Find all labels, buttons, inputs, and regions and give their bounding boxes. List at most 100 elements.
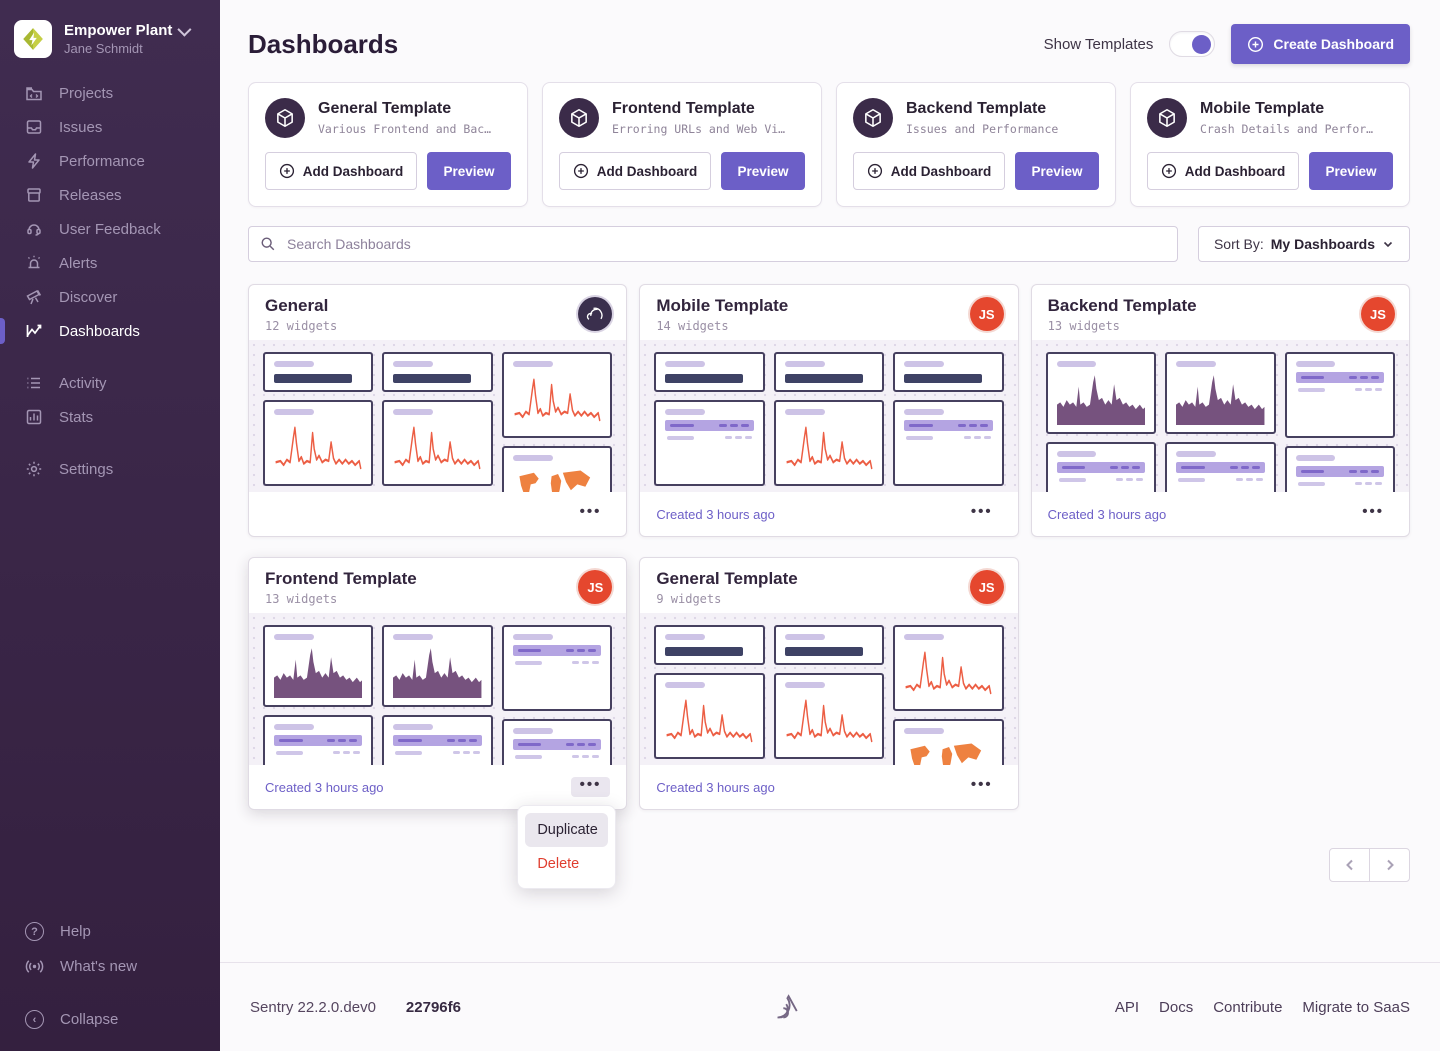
dashboard-card-general-template[interactable]: General Template 9 widgets JS Created 3 … <box>639 557 1018 810</box>
mini-widget-bignum <box>893 352 1003 392</box>
sidebar-item-discover[interactable]: Discover <box>0 280 220 314</box>
chevron-down-icon <box>1382 238 1394 250</box>
preview-button[interactable]: Preview <box>427 152 511 190</box>
dashboard-title[interactable]: General <box>265 296 610 316</box>
preview-column <box>263 352 373 480</box>
pagination-next-button[interactable] <box>1369 848 1410 882</box>
dashboard-preview[interactable] <box>640 613 1017 765</box>
mini-widget-bignum <box>382 352 492 392</box>
nav-divider <box>0 434 220 452</box>
plus-circle-icon <box>1161 163 1177 179</box>
plus-circle-icon <box>279 163 295 179</box>
mini-widget-line <box>654 673 764 759</box>
chevron-left-icon <box>1343 858 1357 872</box>
dashboard-card-mobile-template[interactable]: Mobile Template 14 widgets JS Created 3 … <box>639 284 1018 537</box>
dashboard-widget-count: 14 widgets <box>656 319 1001 333</box>
sidebar-item-help[interactable]: ? Help <box>0 914 220 949</box>
card-menu-button[interactable]: ••• <box>962 777 1002 797</box>
user-feedback-icon <box>25 220 43 238</box>
template-row: General Template Various Frontend and Ba… <box>248 82 1410 207</box>
nav-divider <box>0 984 220 1002</box>
dashboard-title[interactable]: Mobile Template <box>656 296 1001 316</box>
mini-widget-table <box>1165 442 1275 492</box>
add-dashboard-button[interactable]: Add Dashboard <box>1147 152 1299 190</box>
show-templates-label: Show Templates <box>1044 36 1154 53</box>
sort-dropdown[interactable]: Sort By: My Dashboards <box>1198 226 1410 262</box>
mini-widget-table <box>263 715 373 765</box>
preview-button[interactable]: Preview <box>721 152 805 190</box>
org-user-name: Jane Schmidt <box>64 41 188 56</box>
mini-widget-map <box>502 446 612 492</box>
dashboard-preview[interactable] <box>1032 340 1409 492</box>
add-dashboard-button[interactable]: Add Dashboard <box>853 152 1005 190</box>
preview-column <box>893 625 1003 753</box>
add-dashboard-label: Add Dashboard <box>891 164 992 179</box>
dashboard-title[interactable]: Frontend Template <box>265 569 610 589</box>
mini-widget-area <box>382 625 492 707</box>
mini-widget-bignum <box>263 352 373 392</box>
add-dashboard-button[interactable]: Add Dashboard <box>559 152 711 190</box>
filter-row: Sort By: My Dashboards <box>248 226 1410 262</box>
sidebar-item-issues[interactable]: Issues <box>0 110 220 144</box>
created-label: Created 3 hours ago <box>656 780 775 795</box>
preview-button[interactable]: Preview <box>1015 152 1099 190</box>
footer-link-migrate[interactable]: Migrate to SaaS <box>1302 999 1410 1016</box>
user-avatar: JS <box>1361 297 1395 331</box>
preview-column <box>1046 352 1156 480</box>
mini-widget-line <box>774 673 884 759</box>
show-templates-toggle[interactable] <box>1169 31 1215 57</box>
sidebar-collapse-button[interactable]: ‹ Collapse <box>0 1002 220 1037</box>
sidebar-item-releases[interactable]: Releases <box>0 178 220 212</box>
dashboard-widget-count: 13 widgets <box>1048 319 1393 333</box>
card-menu-button[interactable]: ••• <box>571 504 611 524</box>
template-card-frontend: Frontend Template Erroring URLs and Web … <box>542 82 822 207</box>
pagination-prev-button[interactable] <box>1329 848 1370 882</box>
sidebar-item-label: Stats <box>59 409 93 426</box>
footer-link-docs[interactable]: Docs <box>1159 999 1193 1016</box>
sidebar-item-whats-new[interactable]: What's new <box>0 949 220 984</box>
alerts-icon <box>25 254 43 272</box>
card-menu-button[interactable]: ••• <box>962 504 1002 524</box>
menu-item-duplicate[interactable]: Duplicate <box>525 813 608 847</box>
dashboard-title[interactable]: General Template <box>656 569 1001 589</box>
dashboard-preview[interactable] <box>249 613 626 765</box>
dashboard-preview[interactable] <box>249 340 626 492</box>
create-dashboard-label: Create Dashboard <box>1273 36 1394 52</box>
sidebar-item-label: Activity <box>59 375 107 392</box>
org-switcher[interactable]: Empower Plant Jane Schmidt <box>0 14 220 76</box>
cube-icon <box>853 98 893 138</box>
menu-item-delete[interactable]: Delete <box>525 847 608 881</box>
template-title: Backend Template <box>906 100 1058 118</box>
dashboard-title[interactable]: Backend Template <box>1048 296 1393 316</box>
sidebar-item-activity[interactable]: Activity <box>0 366 220 400</box>
sidebar-item-settings[interactable]: Settings <box>0 452 220 486</box>
sort-label: Sort By: <box>1214 236 1264 252</box>
sidebar-item-projects[interactable]: Projects <box>0 76 220 110</box>
card-context-menu: Duplicate Delete <box>517 805 616 889</box>
template-card-mobile: Mobile Template Crash Details and Perfor… <box>1130 82 1410 207</box>
add-dashboard-button[interactable]: Add Dashboard <box>265 152 417 190</box>
preview-column <box>654 352 764 480</box>
preview-column <box>382 352 492 480</box>
footer-link-api[interactable]: API <box>1115 999 1139 1016</box>
preview-button[interactable]: Preview <box>1309 152 1393 190</box>
sidebar-item-user-feedback[interactable]: User Feedback <box>0 212 220 246</box>
card-menu-button[interactable]: ••• <box>1353 504 1393 524</box>
sentry-logo-icon <box>586 305 604 323</box>
sidebar-item-stats[interactable]: Stats <box>0 400 220 434</box>
search-input[interactable] <box>248 226 1178 262</box>
sidebar-item-dashboards[interactable]: Dashboards <box>0 314 220 348</box>
card-menu-button[interactable]: ••• <box>571 777 611 797</box>
empower-plant-logo-icon <box>20 26 46 52</box>
dashboard-preview[interactable] <box>640 340 1017 492</box>
sidebar-item-performance[interactable]: Performance <box>0 144 220 178</box>
collapse-icon: ‹ <box>25 1010 44 1029</box>
create-dashboard-button[interactable]: Create Dashboard <box>1231 24 1410 64</box>
footer-link-contribute[interactable]: Contribute <box>1213 999 1282 1016</box>
dashboard-card-frontend-template[interactable]: Frontend Template 13 widgets JS Created … <box>248 557 627 810</box>
sidebar-item-alerts[interactable]: Alerts <box>0 246 220 280</box>
mini-widget-table <box>654 400 764 486</box>
template-description: Crash Details and Perform… <box>1200 122 1378 136</box>
dashboard-card-general[interactable]: General 12 widgets ••• <box>248 284 627 537</box>
dashboard-card-backend-template[interactable]: Backend Template 13 widgets JS Created 3… <box>1031 284 1410 537</box>
